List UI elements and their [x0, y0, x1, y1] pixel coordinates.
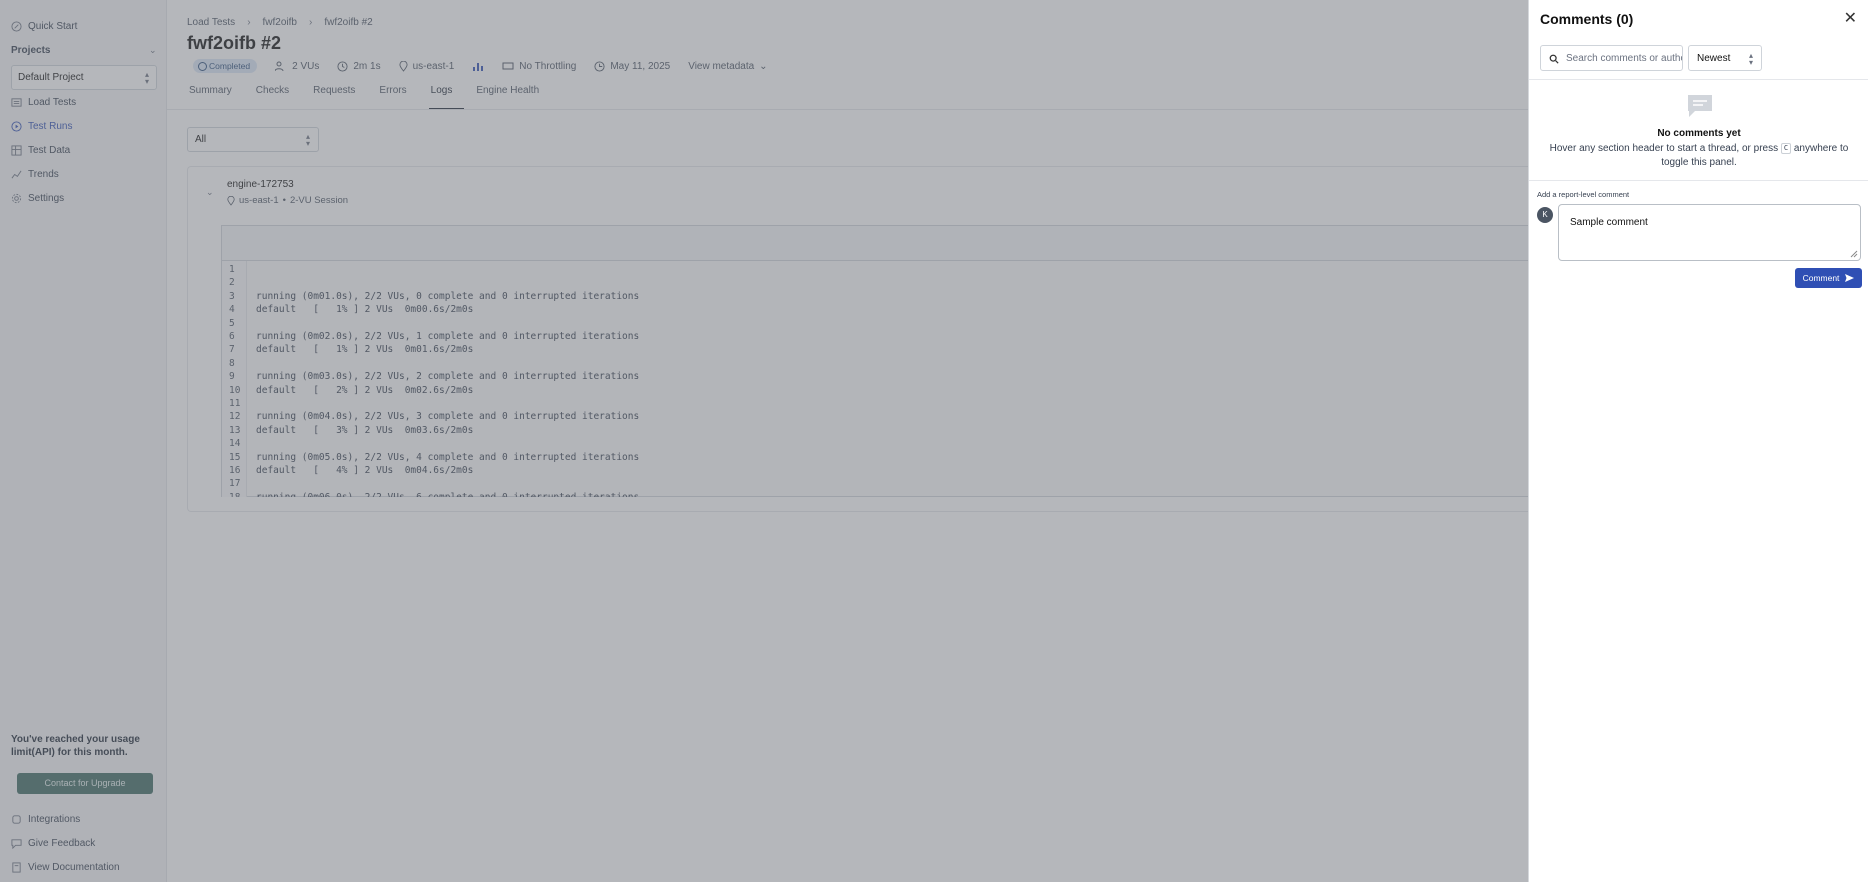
resize-handle-icon[interactable] [1850, 250, 1858, 258]
comment-text: Sample comment [1570, 217, 1648, 228]
sort-value: Newest [1697, 53, 1731, 64]
search-placeholder: Search comments or authors [1566, 53, 1683, 64]
empty-state-description: Hover any section header to start a thre… [1543, 142, 1855, 170]
search-icon [1549, 54, 1559, 64]
divider [1529, 180, 1868, 181]
comments-title: Comments (0) [1540, 11, 1634, 27]
empty-state-title: No comments yet [1657, 128, 1741, 139]
avatar: K [1537, 207, 1553, 223]
submit-comment-label: Comment [1802, 273, 1840, 283]
comment-textarea[interactable]: Sample comment [1558, 204, 1861, 261]
close-icon[interactable]: ✕ [1844, 11, 1857, 27]
message-icon [1688, 95, 1712, 117]
add-comment-label: Add a report-level comment [1537, 190, 1630, 199]
comment-search-input[interactable]: Search comments or authors [1540, 45, 1683, 71]
sort-select[interactable]: Newest ▴ ▾ [1688, 45, 1762, 71]
send-icon [1845, 274, 1855, 282]
keyboard-shortcut-badge: C [1780, 143, 1792, 154]
empty-desc-part1: Hover any section header to start a thre… [1549, 143, 1779, 154]
modal-backdrop[interactable] [0, 0, 1528, 882]
divider [1529, 79, 1868, 80]
select-caret-icon: ▴▾ [1748, 51, 1753, 67]
submit-comment-button[interactable]: Comment [1795, 268, 1862, 288]
comments-panel: Comments (0) ✕ Search comments or author… [1528, 0, 1868, 882]
